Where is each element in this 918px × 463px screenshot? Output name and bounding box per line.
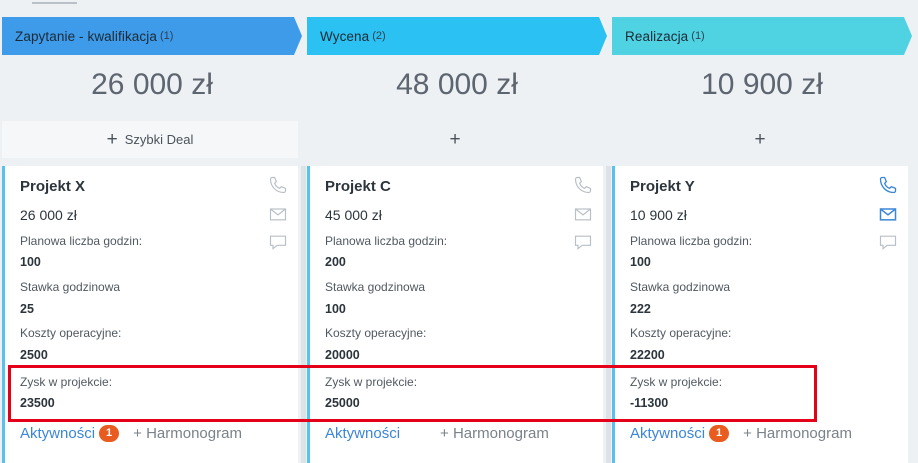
card-footer: Aktywności + Harmonogram	[325, 425, 549, 442]
field-value: 25000	[325, 396, 360, 410]
stage-total: 10 900 zł	[701, 68, 823, 101]
quick-deal-label: Szybki Deal	[124, 132, 194, 147]
mail-icon[interactable]	[268, 204, 288, 224]
stage-name: Zapytanie - kwalifikacja	[15, 28, 157, 44]
stage-count: (2)	[372, 30, 386, 42]
deal-card[interactable]: Projekt C 45 000 zł Planowa liczba godzi…	[307, 166, 603, 463]
field-value: 25	[20, 302, 34, 316]
stage-column-1: Zapytanie - kwalifikacja (1) 26 000 zł +…	[2, 0, 302, 463]
field-value: 20000	[325, 348, 360, 362]
field-label: Koszty operacyjne:	[630, 326, 732, 340]
stage-header[interactable]: Realizacja (1)	[612, 17, 912, 55]
plus-icon: +	[449, 129, 461, 150]
stage-total: 26 000 zł	[91, 68, 213, 101]
comment-icon[interactable]	[878, 232, 898, 252]
deal-title[interactable]: Projekt X	[20, 178, 85, 195]
phone-icon[interactable]	[268, 175, 288, 195]
stage-column-2: Wycena (2) 48 000 zł + Projekt C 45 000 …	[307, 0, 607, 463]
column-divider	[606, 166, 611, 463]
mail-icon[interactable]	[878, 204, 898, 224]
stage-name: Wycena	[320, 28, 370, 44]
schedule-link[interactable]: + Harmonogram	[440, 425, 549, 442]
field-value: 100	[325, 302, 346, 316]
field-value: 222	[630, 302, 651, 316]
mail-icon[interactable]	[573, 204, 593, 224]
deal-card[interactable]: Projekt Y 10 900 zł Planowa liczba godzi…	[612, 166, 908, 463]
activities-badge: 1	[709, 425, 730, 442]
field-label: Zysk w projekcie:	[325, 375, 418, 389]
deal-title[interactable]: Projekt C	[325, 178, 391, 195]
card-footer: Aktywności 1 + Harmonogram	[20, 425, 242, 442]
comment-icon[interactable]	[268, 232, 288, 252]
schedule-link[interactable]: + Harmonogram	[133, 425, 242, 442]
deal-title[interactable]: Projekt Y	[630, 178, 695, 195]
activities-badge: 1	[99, 425, 120, 442]
field-label: Koszty operacyjne:	[20, 326, 122, 340]
stage-total: 48 000 zł	[396, 68, 518, 101]
phone-icon[interactable]	[573, 175, 593, 195]
field-value: -11300	[630, 396, 669, 410]
field-label: Planowa liczba godzin:	[325, 234, 448, 248]
stage-header[interactable]: Zapytanie - kwalifikacja (1)	[2, 17, 302, 55]
deal-value: 10 900 zł	[630, 207, 687, 223]
field-label: Planowa liczba godzin:	[630, 234, 753, 248]
field-value: 2500	[20, 348, 48, 362]
plus-icon: +	[106, 129, 118, 150]
schedule-link[interactable]: + Harmonogram	[743, 425, 852, 442]
column-divider	[301, 166, 306, 463]
field-label: Koszty operacyjne:	[325, 326, 427, 340]
activities-link[interactable]: Aktywności	[325, 425, 400, 442]
field-label: Stawka godzinowa	[630, 280, 731, 294]
field-label: Zysk w projekcie:	[630, 375, 723, 389]
deal-value: 45 000 zł	[325, 207, 382, 223]
field-value: 200	[325, 255, 346, 269]
deal-card[interactable]: Projekt X 26 000 zł Planowa liczba godzi…	[2, 166, 298, 463]
field-label: Zysk w projekcie:	[20, 375, 113, 389]
stage-column-3: Realizacja (1) 10 900 zł + Projekt Y 10 …	[612, 0, 912, 463]
field-label: Planowa liczba godzin:	[20, 234, 143, 248]
stage-count: (1)	[159, 30, 174, 42]
plus-icon: +	[754, 129, 766, 150]
field-value: 23500	[20, 396, 55, 410]
phone-icon[interactable]	[878, 175, 898, 195]
field-value: 22200	[630, 348, 665, 362]
field-value: 100	[630, 255, 651, 269]
add-deal-button[interactable]: +	[612, 121, 908, 158]
stage-header[interactable]: Wycena (2)	[307, 17, 607, 55]
field-label: Stawka godzinowa	[20, 280, 121, 294]
activities-link[interactable]: Aktywności	[630, 425, 705, 442]
stage-count: (1)	[691, 30, 705, 42]
comment-icon[interactable]	[573, 232, 593, 252]
activities-link[interactable]: Aktywności	[20, 425, 95, 442]
card-footer: Aktywności 1 + Harmonogram	[630, 425, 852, 442]
field-label: Stawka godzinowa	[325, 280, 426, 294]
add-deal-button[interactable]: +	[307, 121, 603, 158]
deal-value: 26 000 zł	[20, 207, 77, 223]
quick-deal-button[interactable]: + Szybki Deal	[2, 121, 298, 158]
field-value: 100	[20, 255, 41, 269]
stage-name: Realizacja	[625, 28, 689, 44]
